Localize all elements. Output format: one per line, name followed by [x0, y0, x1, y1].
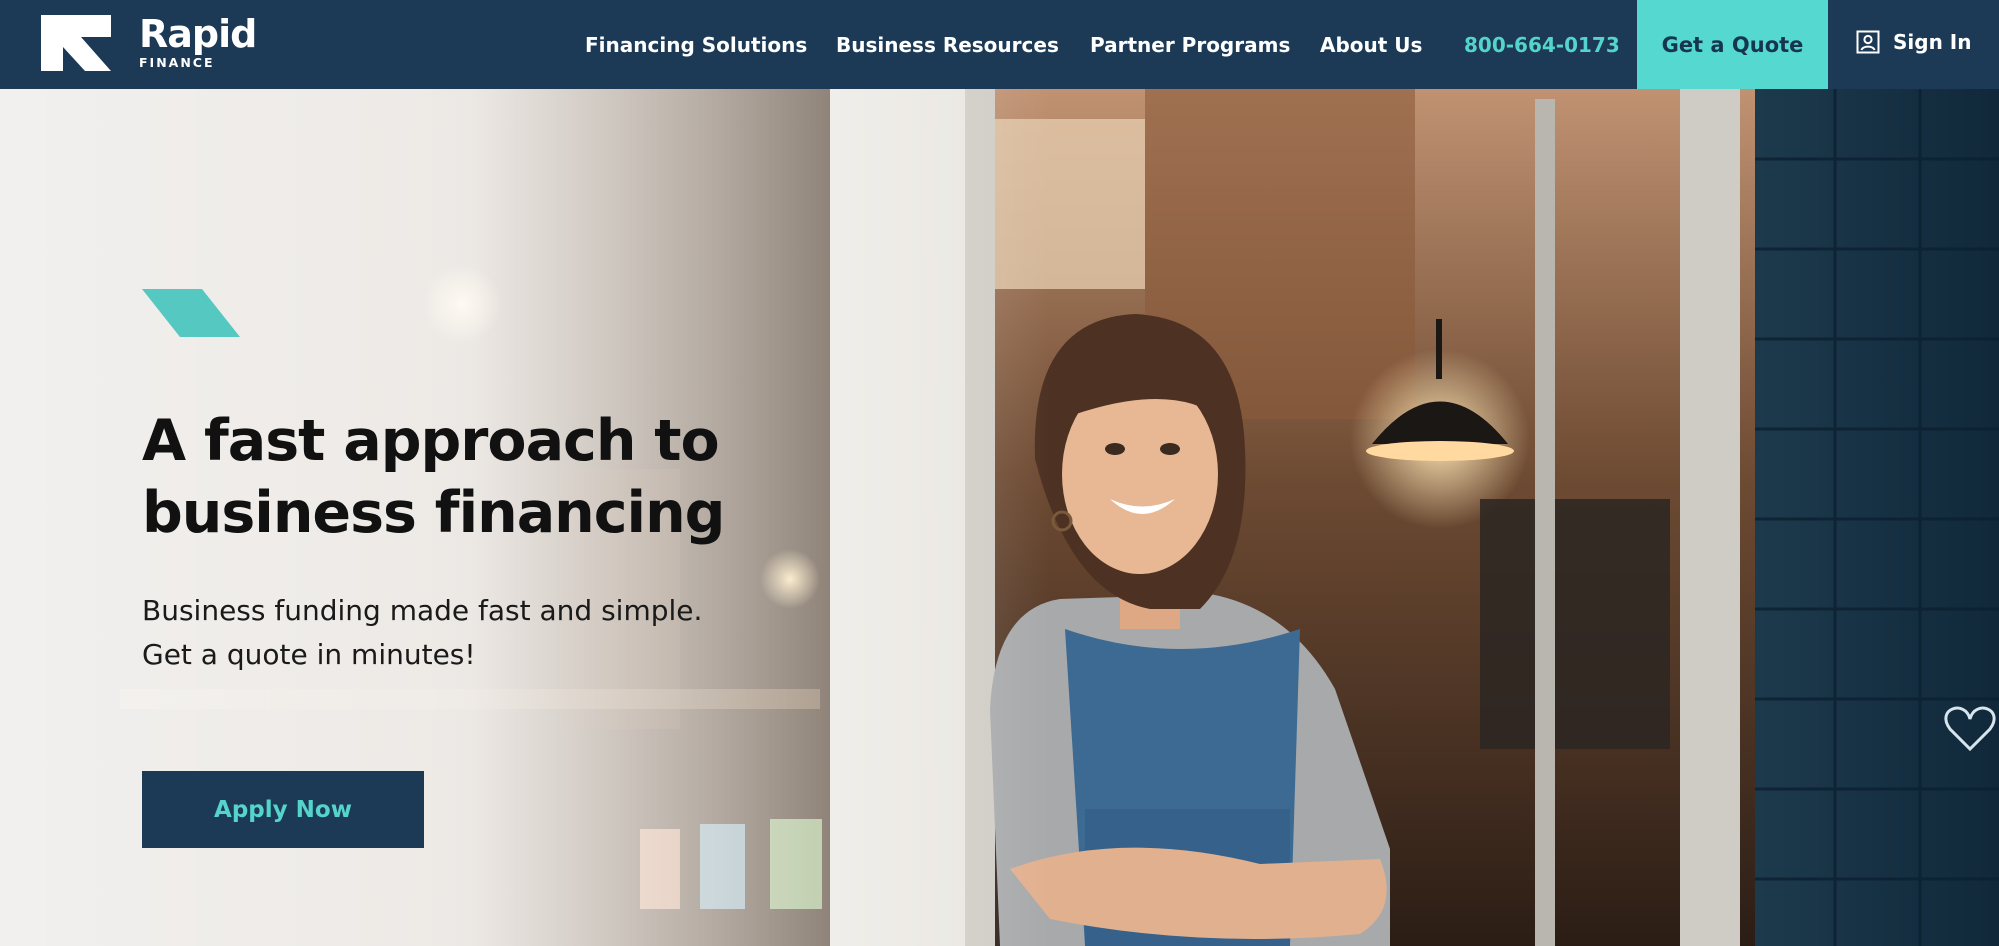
hero-section: A fast approach to business financing Bu…: [0, 89, 1999, 946]
user-icon: [1856, 30, 1880, 53]
phone-number-link[interactable]: 800-664-0173: [1464, 0, 1620, 89]
hero-subheading-line2: Get a quote in minutes!: [142, 638, 476, 671]
hero-subheading-line1: Business funding made fast and simple.: [142, 594, 703, 627]
parallelogram-accent: [142, 289, 240, 337]
hero-headline: A fast approach to business financing: [142, 405, 862, 549]
sign-in-label: Sign In: [1893, 29, 1972, 54]
sign-in-link[interactable]: Sign In: [1856, 0, 1971, 83]
logo-text: Rapid FINANCE: [139, 12, 257, 70]
nav-financing-solutions[interactable]: Financing Solutions: [585, 0, 807, 89]
hero-subheading: Business funding made fast and simple. G…: [142, 589, 822, 677]
logo-wordmark: Rapid: [139, 12, 257, 56]
rapid-finance-logo[interactable]: Rapid FINANCE: [41, 12, 257, 71]
get-a-quote-button[interactable]: Get a Quote: [1637, 0, 1828, 89]
hero-headline-line2: business financing: [142, 480, 725, 546]
nav-about-us[interactable]: About Us: [1320, 0, 1422, 89]
apply-now-button[interactable]: Apply Now: [142, 771, 424, 848]
hero-headline-line1: A fast approach to: [142, 408, 720, 474]
nav-partner-programs[interactable]: Partner Programs: [1090, 0, 1290, 89]
nav-business-resources[interactable]: Business Resources: [836, 0, 1059, 89]
rapid-logo-icon: [41, 15, 111, 71]
logo-subtext: FINANCE: [139, 55, 215, 70]
top-navigation: Rapid FINANCE Financing Solutions Busine…: [0, 0, 1999, 89]
